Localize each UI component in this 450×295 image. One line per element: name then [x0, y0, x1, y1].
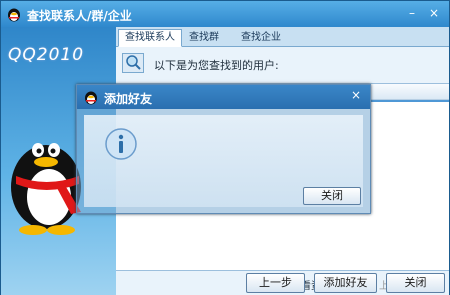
prev-step-button[interactable]: 上一步	[246, 273, 305, 293]
search-icon	[122, 53, 144, 73]
add-friend-button[interactable]: 添加好友	[314, 273, 377, 293]
qq-penguin-icon	[8, 8, 20, 22]
tab-find-enterprise[interactable]: 查找企业	[234, 29, 288, 47]
brand-logo: QQ2010	[8, 45, 85, 65]
window-title: 查找联系人/群/企业	[27, 9, 132, 23]
add-friend-dialog: 添加好友 × 关闭	[76, 84, 371, 214]
info-icon	[105, 128, 137, 160]
tab-find-groups[interactable]: 查找群	[182, 29, 226, 47]
find-contacts-window: 查找联系人/群/企业 – × QQ2010 查找联系人 查找群 查找企业 以下是…	[0, 0, 450, 295]
close-button[interactable]: 关闭	[386, 273, 445, 293]
minimize-button[interactable]: –	[403, 5, 421, 21]
dialog-title-bar: 添加好友 ×	[77, 85, 370, 109]
dialog-close-button[interactable]: 关闭	[303, 187, 361, 205]
dialog-body: 关闭	[84, 115, 363, 207]
search-tabs: 查找联系人 查找群 查找企业	[116, 27, 449, 47]
tab-find-contacts[interactable]: 查找联系人	[118, 29, 182, 47]
title-bar: 查找联系人/群/企业 – ×	[1, 1, 449, 27]
qq-penguin-icon	[85, 91, 97, 105]
result-caption: 以下是为您查找到的用户:	[154, 59, 279, 72]
close-window-button[interactable]: ×	[425, 5, 443, 21]
dialog-title: 添加好友	[104, 92, 153, 106]
dialog-close-icon[interactable]: ×	[349, 88, 363, 102]
